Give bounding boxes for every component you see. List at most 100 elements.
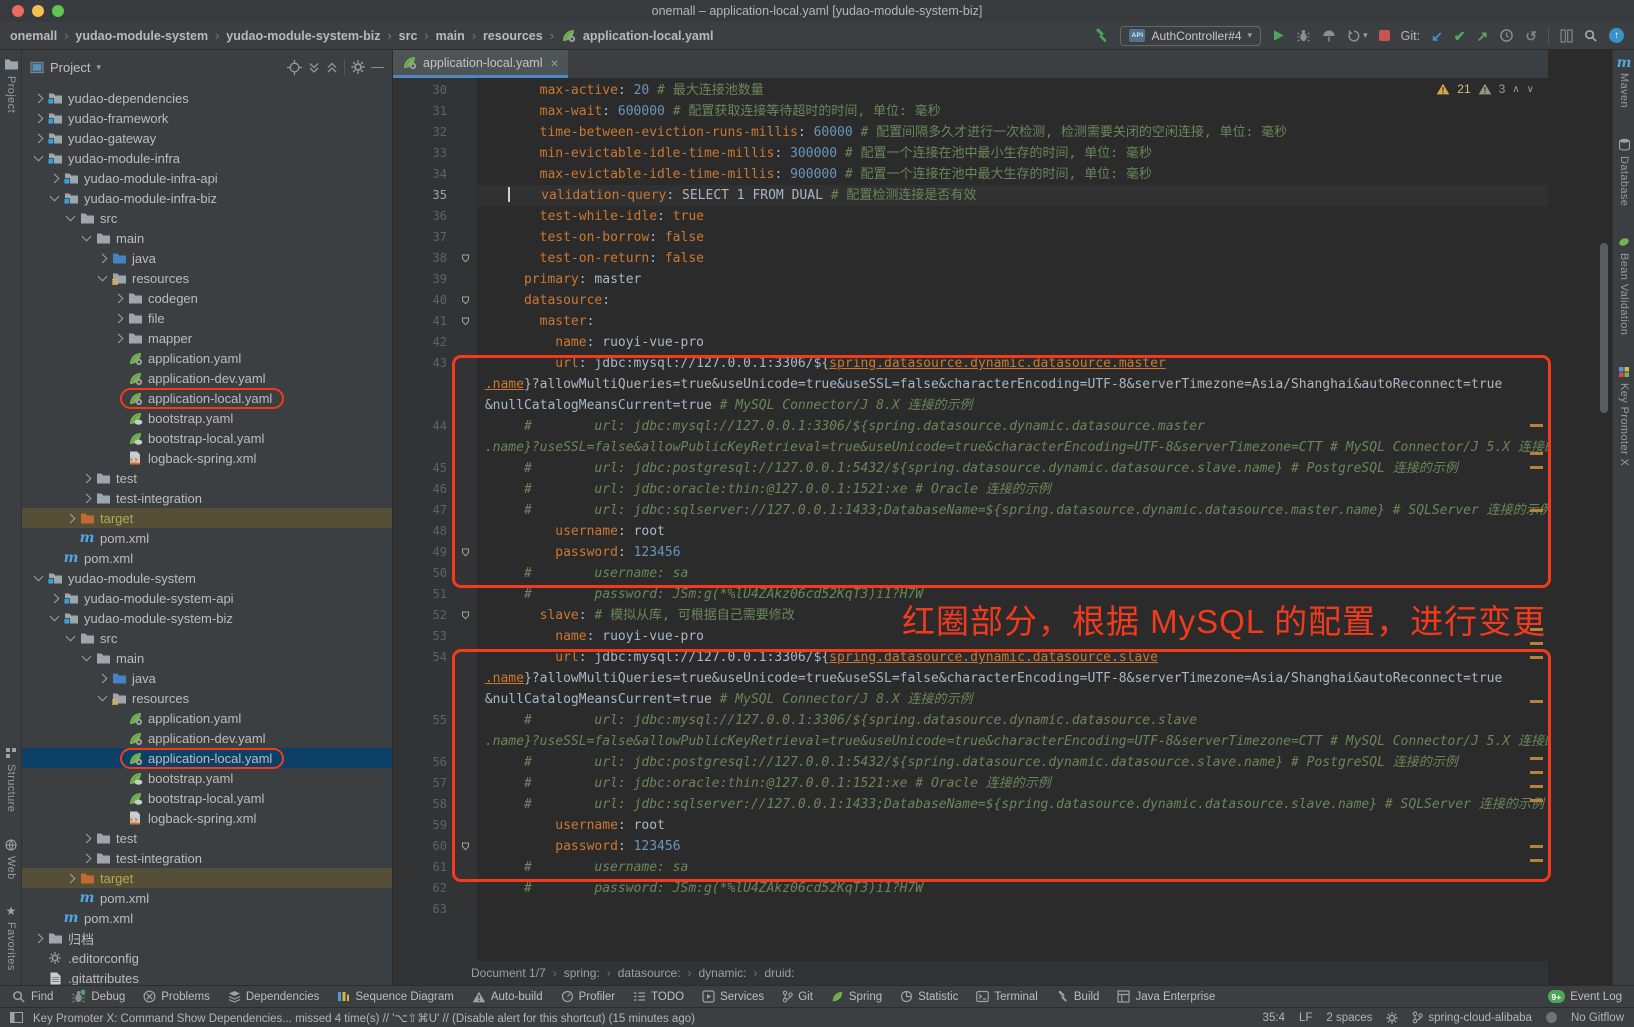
tool-window-button-statistic[interactable]: Statistic — [900, 990, 958, 1003]
code-line[interactable]: .name}?useSSL=false&allowPublicKeyRetrie… — [393, 437, 1548, 458]
tree-expand-icon[interactable] — [62, 875, 78, 882]
yaml-breadcrumb-item[interactable]: Document 1/7 — [471, 966, 546, 980]
code-line[interactable]: 63 — [393, 899, 1548, 920]
tool-window-button-problems[interactable]: Problems — [143, 990, 210, 1003]
tree-item[interactable]: logback-spring.xml — [22, 808, 392, 828]
code-line[interactable]: 57 # url: jdbc:oracle:thin:@127.0.0.1:15… — [393, 773, 1548, 794]
code-line[interactable]: 61 # username: sa — [393, 857, 1548, 878]
code-line[interactable]: 37 test-on-borrow: false — [393, 227, 1548, 248]
tree-item[interactable]: .gitattributes — [22, 968, 392, 985]
git-branch-widget[interactable]: spring-cloud-alibaba — [1412, 1011, 1532, 1024]
prev-problem-icon[interactable]: ∧ — [1512, 84, 1519, 95]
profiler-button[interactable]: ▾ — [1347, 29, 1368, 43]
code-area[interactable]: 30 max-active: 20 # 最大连接池数量31 max-wait: … — [393, 78, 1548, 961]
tree-item[interactable]: mpom.xml — [22, 908, 392, 928]
error-stripe-mark[interactable] — [1530, 859, 1543, 862]
error-stripe-mark[interactable] — [1530, 656, 1543, 659]
error-stripe-mark[interactable] — [1530, 785, 1543, 788]
tree-item[interactable]: yudao-framework — [22, 108, 392, 128]
tree-item[interactable]: resources — [22, 268, 392, 288]
code-line[interactable]: 36 test-while-idle: true — [393, 206, 1548, 227]
breadcrumb-item[interactable]: main — [436, 29, 465, 43]
code-line[interactable]: 50 # username: sa — [393, 563, 1548, 584]
git-commit-button[interactable]: ✔ — [1454, 29, 1466, 43]
tree-expand-icon[interactable] — [110, 335, 126, 342]
breadcrumb-item[interactable]: yudao-module-system-biz — [226, 29, 380, 43]
tree-expand-icon[interactable] — [78, 495, 94, 502]
tree-expand-icon[interactable] — [30, 115, 46, 122]
indent-style[interactable]: 2 spaces — [1326, 1012, 1372, 1024]
tree-item[interactable]: yudao-dependencies — [22, 88, 392, 108]
tree-item[interactable]: yudao-module-infra — [22, 148, 392, 168]
code-line[interactable]: 46 # url: jdbc:oracle:thin:@127.0.0.1:15… — [393, 479, 1548, 500]
tree-collapse-icon[interactable] — [78, 236, 94, 240]
tree-item[interactable]: bootstrap.yaml — [22, 408, 392, 428]
tree-expand-icon[interactable] — [94, 675, 110, 682]
tool-window-button-auto-build[interactable]: Auto-build — [472, 991, 543, 1003]
code-line[interactable]: 56 # url: jdbc:postgresql://127.0.0.1:54… — [393, 752, 1548, 773]
caret-position[interactable]: 35:4 — [1263, 1012, 1285, 1024]
tree-collapse-icon[interactable] — [94, 696, 110, 700]
tree-item[interactable]: bootstrap-local.yaml — [22, 428, 392, 448]
code-line[interactable]: 32 time-between-eviction-runs-millis: 60… — [393, 122, 1548, 143]
code-line[interactable]: 31 max-wait: 600000 # 配置获取连接等待超时的时间, 单位:… — [393, 101, 1548, 122]
tool-window-button-todo[interactable]: TODO — [633, 990, 684, 1003]
tree-item[interactable]: test — [22, 828, 392, 848]
ide-update-button[interactable]: ↑ — [1609, 28, 1624, 43]
tree-item[interactable]: test-integration — [22, 848, 392, 868]
close-tab-icon[interactable]: × — [551, 58, 559, 68]
line-separator[interactable]: LF — [1299, 1012, 1312, 1024]
toggle-panels-icon[interactable] — [10, 1012, 23, 1023]
tree-collapse-icon[interactable] — [46, 196, 62, 200]
tool-stripe-button-structure[interactable]: Structure — [5, 747, 17, 812]
code-line[interactable]: 58 # url: jdbc:sqlserver://127.0.0.1:143… — [393, 794, 1548, 815]
code-line[interactable]: 33 min-evictable-idle-time-millis: 30000… — [393, 143, 1548, 164]
tool-window-button-find[interactable]: Find — [12, 990, 53, 1004]
code-line[interactable]: 45 # url: jdbc:postgresql://127.0.0.1:54… — [393, 458, 1548, 479]
tool-window-button-debug[interactable]: Debug — [71, 989, 125, 1004]
tree-expand-icon[interactable] — [94, 255, 110, 262]
tree-item[interactable]: application-local.yaml — [22, 748, 392, 768]
tree-item[interactable]: yudao-module-infra-biz — [22, 188, 392, 208]
error-stripe-mark[interactable] — [1530, 509, 1543, 512]
tree-collapse-icon[interactable] — [30, 576, 46, 580]
tree-item[interactable]: .editorconfig — [22, 948, 392, 968]
compare-button[interactable] — [1560, 29, 1573, 43]
code-line[interactable]: 39 primary: master — [393, 269, 1548, 290]
tree-item[interactable]: java — [22, 248, 392, 268]
tree-item[interactable]: yudao-module-system-biz — [22, 608, 392, 628]
tree-item[interactable]: application.yaml — [22, 348, 392, 368]
code-line[interactable]: .name}?allowMultiQueries=true&useUnicode… — [393, 668, 1548, 689]
tool-stripe-button-project[interactable]: Project — [4, 58, 19, 113]
collapse-all-button[interactable] — [326, 61, 338, 74]
build-project-button[interactable] — [1093, 28, 1109, 43]
tree-item[interactable]: yudao-gateway — [22, 128, 392, 148]
tree-collapse-icon[interactable] — [62, 636, 78, 640]
code-line[interactable]: 55 # url: jdbc:mysql://127.0.0.1:3306/${… — [393, 710, 1548, 731]
code-line[interactable]: 40 datasource: — [393, 290, 1548, 311]
gitflow-status[interactable]: No Gitflow — [1571, 1012, 1624, 1024]
tree-expand-icon[interactable] — [30, 135, 46, 142]
breadcrumb-item[interactable]: application-local.yaml — [583, 29, 714, 43]
breadcrumb-item[interactable]: onemall — [10, 29, 57, 43]
tree-item[interactable]: test-integration — [22, 488, 392, 508]
tool-stripe-button-key-promoter-x[interactable]: Key Promoter X — [1618, 366, 1630, 466]
run-config-selector[interactable]: APIAuthController#4▾ — [1120, 26, 1261, 46]
error-stripe-mark[interactable] — [1530, 466, 1543, 469]
select-opened-file-button[interactable] — [287, 60, 302, 75]
yaml-breadcrumb-item[interactable]: datasource: — [618, 966, 681, 980]
code-line[interactable]: 43 url: jdbc:mysql://127.0.0.1:3306/${sp… — [393, 353, 1548, 374]
tree-item[interactable]: application-dev.yaml — [22, 728, 392, 748]
search-everywhere-button[interactable] — [1584, 29, 1598, 43]
tree-item[interactable]: application-local.yaml — [22, 388, 392, 408]
debug-button[interactable] — [1296, 28, 1311, 43]
close-window-button[interactable] — [12, 5, 24, 17]
settings[interactable] — [1386, 1012, 1398, 1024]
code-line[interactable]: 34 max-evictable-idle-time-millis: 90000… — [393, 164, 1548, 185]
tree-expand-icon[interactable] — [30, 95, 46, 102]
tree-expand-icon[interactable] — [110, 295, 126, 302]
tree-item[interactable]: application-dev.yaml — [22, 368, 392, 388]
tree-collapse-icon[interactable] — [62, 216, 78, 220]
tree-item[interactable]: bootstrap.yaml — [22, 768, 392, 788]
settings-gear-icon[interactable] — [351, 60, 365, 74]
